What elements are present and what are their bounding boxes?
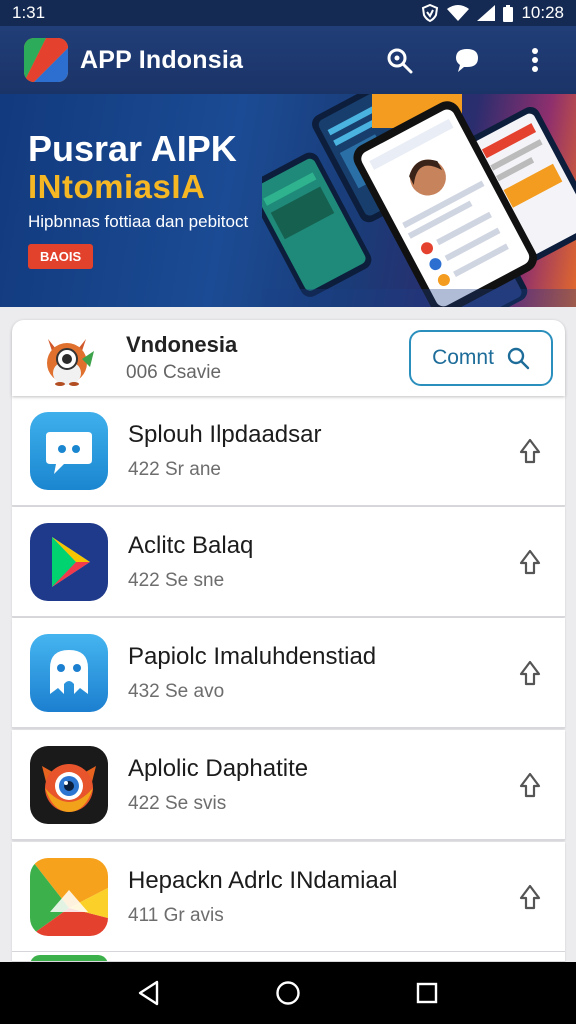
- app-subtitle: 422 Sr ane: [128, 458, 221, 480]
- banner-phones-illustration: [262, 94, 576, 307]
- install-button[interactable]: [513, 656, 547, 690]
- play-store-icon: [30, 522, 108, 601]
- list-item[interactable]: [12, 952, 565, 962]
- app-logo: [24, 38, 68, 82]
- camera-fox-app-icon: [30, 745, 108, 824]
- search-icon: [507, 347, 530, 370]
- system-nav-bar: [0, 962, 576, 1024]
- app-bar: APP Indonsia: [0, 26, 576, 94]
- more-vert-icon: [532, 48, 538, 72]
- install-button[interactable]: [513, 545, 547, 579]
- install-button[interactable]: [513, 434, 547, 468]
- status-bar: 1:31 10:28: [0, 0, 576, 26]
- app-name: Aclitc Balaq: [128, 531, 254, 559]
- wifi-icon: [447, 5, 470, 21]
- recents-button[interactable]: [407, 973, 447, 1013]
- chat-app-icon: [30, 411, 108, 490]
- app-icon-partial: [30, 954, 108, 961]
- up-arrow-icon: [519, 438, 541, 463]
- status-time-left: 1:31: [12, 3, 46, 22]
- featured-app-card[interactable]: Vndonesia 006 Csavie Comnt: [12, 320, 565, 396]
- list-item[interactable]: Aplolic Daphatite 422 Se svis: [12, 730, 565, 840]
- app-title: APP Indonsia: [80, 45, 244, 74]
- up-arrow-icon: [519, 549, 541, 574]
- app-subtitle: 422 Se sne: [128, 569, 225, 591]
- search-button[interactable]: [382, 43, 416, 77]
- banner-subtitle: Hipbnnas fottiaa dan pebitoct: [28, 212, 249, 231]
- app-name: Splouh Ilpdaadsar: [128, 420, 322, 448]
- more-options-button[interactable]: [518, 43, 552, 77]
- promo-banner[interactable]: Pusrar AIPK INtomiasIA Hipbnnas fottiaa …: [0, 94, 576, 307]
- app-name: Papiolc Imaluhdenstiad: [128, 642, 377, 670]
- install-button[interactable]: [513, 880, 547, 914]
- banner-title-highlight: INtomiasIA: [28, 168, 206, 205]
- featured-app-subtitle: 006 Csavie: [126, 362, 222, 383]
- home-circle-icon: [276, 981, 300, 1005]
- ghost-app-icon: [30, 633, 108, 712]
- install-button[interactable]: [513, 768, 547, 802]
- featured-app-name: Vndonesia: [126, 332, 238, 357]
- app-name: Aplolic Daphatite: [128, 754, 309, 782]
- up-arrow-icon: [519, 884, 541, 909]
- app-subtitle: 411 Gr avis: [128, 904, 224, 926]
- status-time-right: 10:28: [521, 3, 564, 22]
- app-subtitle: 422 Se svis: [128, 792, 227, 814]
- recents-square-icon: [416, 982, 437, 1004]
- status-icons: 10:28: [421, 3, 564, 23]
- signal-icon: [477, 5, 496, 21]
- back-button[interactable]: [129, 973, 169, 1013]
- comment-button-label: Comnt: [432, 346, 494, 369]
- battery-icon: [503, 4, 514, 22]
- list-item[interactable]: Hepackn Adrlc INdamiaal 411 Gr avis: [12, 842, 565, 952]
- list-item[interactable]: Papiolc Imaluhdenstiad 432 Se avo: [12, 618, 565, 728]
- colorful-triangle-app-icon: [30, 857, 108, 936]
- back-triangle-icon: [139, 980, 159, 1006]
- banner-button[interactable]: BAOIS: [28, 244, 94, 269]
- app-subtitle: 432 Se avo: [128, 680, 225, 702]
- app-name: Hepackn Adrlc INdamiaal: [128, 866, 398, 894]
- home-button[interactable]: [268, 973, 308, 1013]
- vpn-shield-icon: [422, 4, 439, 22]
- chat-bubble-icon: [456, 49, 478, 72]
- up-arrow-icon: [519, 660, 541, 685]
- list-item[interactable]: Aclitc Balaq 422 Se sne: [12, 507, 565, 617]
- chat-button[interactable]: [450, 43, 484, 77]
- banner-title: Pusrar AIPK: [28, 128, 237, 169]
- search-icon: [387, 48, 413, 74]
- comment-search-button[interactable]: Comnt: [409, 330, 553, 386]
- up-arrow-icon: [519, 772, 541, 797]
- list-item[interactable]: Splouh Ilpdaadsar 422 Sr ane: [12, 396, 565, 506]
- owl-mascot-icon: [47, 339, 94, 386]
